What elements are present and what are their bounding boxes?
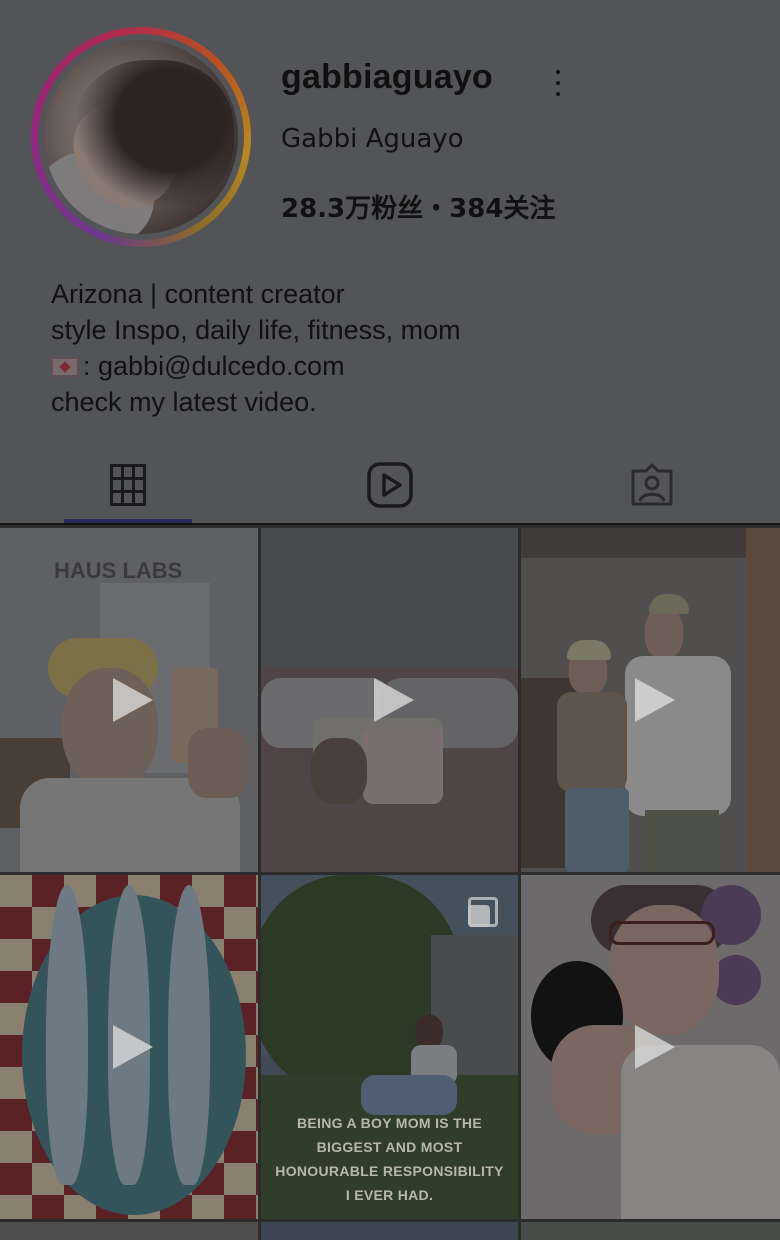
bio-line: Arizona | content creator bbox=[51, 279, 345, 309]
post-tile[interactable] bbox=[0, 1222, 258, 1240]
bio-line: check my latest video. bbox=[51, 387, 317, 417]
tab-reels[interactable] bbox=[326, 446, 454, 524]
avatar[interactable] bbox=[44, 40, 238, 234]
post-tile[interactable]: BEING A BOY MOM IS THE BIGGEST AND MOST … bbox=[261, 875, 518, 1219]
post-caption: HAUS LABS bbox=[54, 558, 183, 583]
post-tile[interactable] bbox=[0, 875, 258, 1219]
post-tile[interactable] bbox=[261, 528, 518, 872]
tagged-icon bbox=[631, 463, 673, 506]
carousel-icon bbox=[468, 897, 498, 927]
tab-posts-grid[interactable] bbox=[64, 446, 192, 524]
post-tile[interactable] bbox=[261, 1222, 518, 1240]
post-tile[interactable] bbox=[521, 1222, 780, 1240]
grid-icon bbox=[110, 464, 146, 506]
tab-tagged[interactable] bbox=[588, 446, 716, 524]
follower-stats[interactable]: 28.3万粉丝・384关注 bbox=[281, 188, 555, 225]
post-tile[interactable]: HAUS LABS bbox=[0, 528, 258, 872]
bio-line: style Inspo, daily life, fitness, mom bbox=[51, 315, 461, 345]
profile-username: gabbiaguayo bbox=[281, 58, 493, 96]
bio-email-line: : gabbi@dulcedo.com bbox=[51, 348, 461, 384]
play-icon bbox=[113, 1025, 153, 1069]
play-icon bbox=[634, 1025, 675, 1069]
more-options-icon[interactable] bbox=[548, 70, 568, 96]
post-overlay-text: BEING A BOY MOM IS THE BIGGEST AND MOST … bbox=[275, 1115, 504, 1203]
post-tile[interactable] bbox=[521, 528, 780, 872]
bio-email[interactable]: : gabbi@dulcedo.com bbox=[83, 351, 345, 381]
profile-display-name: Gabbi Aguayo bbox=[281, 124, 464, 154]
profile-bio: Arizona | content creator style Inspo, d… bbox=[51, 276, 461, 420]
play-icon bbox=[634, 678, 675, 722]
play-icon bbox=[373, 678, 414, 722]
post-tile[interactable] bbox=[521, 875, 780, 1219]
posts-grid: HAUS LABS BEING A BOY MOM IS THE BIGGEST… bbox=[0, 525, 780, 1240]
reels-icon bbox=[367, 462, 413, 508]
play-icon bbox=[113, 678, 153, 722]
envelope-icon bbox=[51, 357, 79, 377]
